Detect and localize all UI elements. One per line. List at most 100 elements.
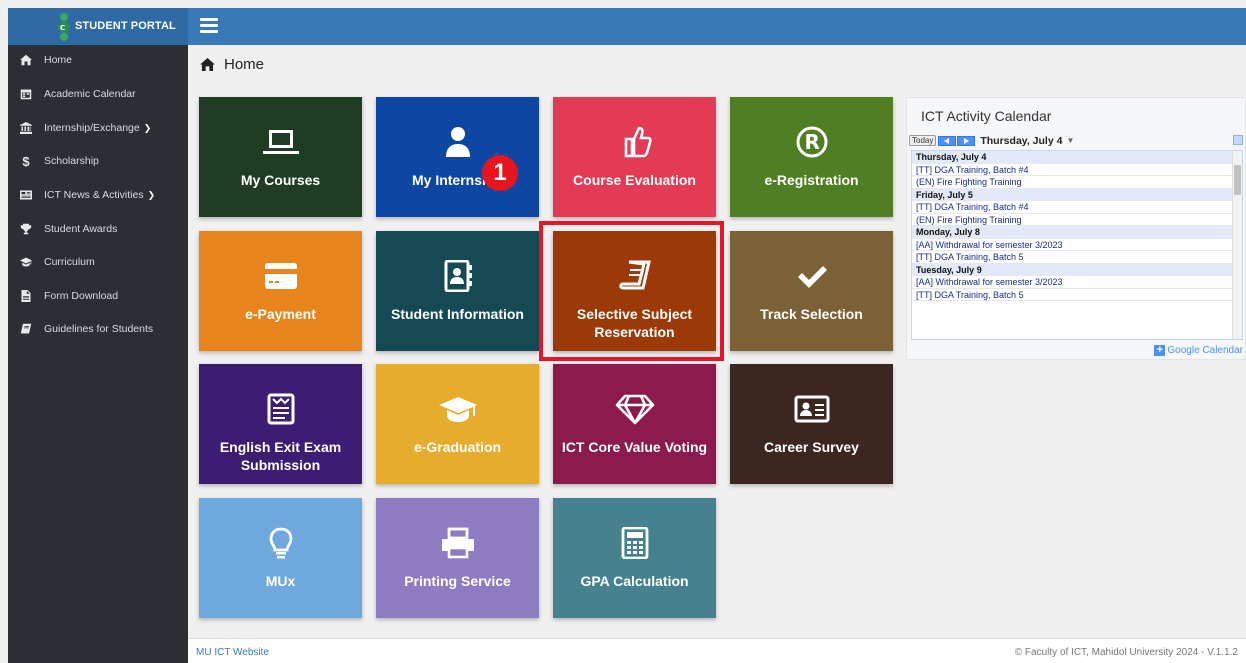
credit-card-icon xyxy=(199,259,362,293)
chevron-down-icon: ❯ xyxy=(143,122,152,133)
sidebar-item-student-awards[interactable]: Student Awards xyxy=(8,214,188,244)
newspaper-icon xyxy=(8,189,44,201)
tile-ict-core-value-voting[interactable]: ICT Core Value Voting xyxy=(553,364,716,484)
calendar-day-header: Tuesday, July 9 xyxy=(912,263,1242,276)
tile-e-graduation[interactable]: e-Graduation xyxy=(376,364,539,484)
diamond-icon xyxy=(553,392,716,426)
footer-copyright: © Faculty of ICT, Mahidol University 202… xyxy=(1014,647,1238,658)
step-badge: 1 xyxy=(482,155,518,191)
sidebar-item-ict-news[interactable]: ICT News & Activities ❯ xyxy=(8,180,188,210)
menu-toggle-icon[interactable] xyxy=(200,18,218,33)
tile-label: MUx xyxy=(265,573,296,589)
prev-button[interactable] xyxy=(938,135,957,146)
sidebar-item-home[interactable]: Home xyxy=(8,45,188,75)
calculator-icon xyxy=(553,526,716,560)
tile-label: My Courses xyxy=(240,172,321,188)
trophy-icon xyxy=(8,223,44,235)
id-card-icon xyxy=(730,392,893,426)
dollar-icon: $ xyxy=(22,153,30,169)
tile-label: English Exit Exam Submission xyxy=(219,439,342,473)
tile-label: Career Survey xyxy=(764,439,859,455)
tile-label: Student Information xyxy=(391,306,524,322)
newspaper-icon xyxy=(199,392,362,426)
sidebar-item-form-download[interactable]: Form Download xyxy=(8,281,188,311)
sidebar-item-label: Guidelines for Students xyxy=(44,323,154,335)
tile-mux[interactable]: MUx xyxy=(199,498,362,618)
calendar-event[interactable]: (EN) Fire Fighting Training xyxy=(912,176,1242,189)
calendar-event[interactable]: [TT] DGA Training, Batch #4 xyxy=(912,201,1242,214)
tile-e-payment[interactable]: e-Payment xyxy=(199,231,362,351)
tile-label: GPA Calculation xyxy=(580,573,689,589)
today-button[interactable]: Today xyxy=(909,135,937,146)
scrollbar-thumb[interactable] xyxy=(1234,165,1241,195)
ict-logo-icon: C xyxy=(58,13,70,41)
calendar-event[interactable]: [TT] DGA Training, Batch 5 xyxy=(912,289,1242,301)
tile-label: Course Evaluation xyxy=(573,172,696,188)
tile-label: ICT Core Value Voting xyxy=(561,439,708,455)
registered-icon: R xyxy=(730,125,893,159)
sidebar: Home Academic Calendar Internship/Exchan… xyxy=(8,45,188,663)
calendar-day-header: Thursday, July 4 xyxy=(912,151,1242,164)
tile-student-information[interactable]: Student Information xyxy=(376,231,539,351)
mu-ict-website-link[interactable]: MU ICT Website xyxy=(196,647,269,658)
sidebar-item-label: ICT News & Activities xyxy=(44,189,144,201)
chevron-right-icon xyxy=(964,137,970,144)
home-icon xyxy=(8,54,44,66)
calendar-event[interactable]: [TT] DGA Training, Batch #4 xyxy=(912,164,1242,176)
graduation-cap-icon xyxy=(376,392,539,426)
chevron-left-icon xyxy=(944,137,950,144)
sidebar-item-guidelines[interactable]: Guidelines for Students xyxy=(8,314,188,344)
calendar-event[interactable]: [AA] Withdrawal for semester 3/2023 xyxy=(912,276,1242,289)
calendar-day-header: Monday, July 8 xyxy=(912,226,1242,239)
brand-name: STUDENT PORTAL xyxy=(75,20,176,32)
calendar-event[interactable]: [AA] Withdrawal for semester 3/2023 xyxy=(912,239,1242,251)
calendar-toolbar: Today Thursday, July 4 ▼ xyxy=(909,134,1245,147)
tile-my-internship[interactable]: My Internship xyxy=(376,97,539,217)
chevron-down-icon: ❯ xyxy=(147,189,156,200)
sidebar-item-label: Student Awards xyxy=(44,223,118,235)
thumbs-up-icon xyxy=(553,125,716,159)
page-title: Home xyxy=(200,56,264,73)
user-icon xyxy=(376,125,539,159)
brand[interactable]: C STUDENT PORTAL xyxy=(8,8,188,45)
tile-english-exit-exam[interactable]: English Exit Exam Submission xyxy=(199,364,362,484)
calendar-current-date: Thursday, July 4 xyxy=(980,134,1063,147)
sidebar-item-label: Home xyxy=(44,54,73,66)
footer: MU ICT Website © Faculty of ICT, Mahidol… xyxy=(188,638,1246,663)
tile-selective-subject-reservation[interactable]: Selective Subject Reservation xyxy=(553,231,716,351)
address-book-icon xyxy=(376,259,539,293)
institution-icon xyxy=(8,122,44,134)
sidebar-item-academic-calendar[interactable]: Academic Calendar xyxy=(8,79,188,109)
home-icon xyxy=(200,58,215,71)
tile-gpa-calculation[interactable]: GPA Calculation xyxy=(553,498,716,618)
calendar-event[interactable]: [TT] DGA Training, Batch 5 xyxy=(912,251,1242,264)
chevron-down-icon[interactable]: ▼ xyxy=(1066,136,1074,145)
book-icon xyxy=(553,259,716,293)
tile-e-registration[interactable]: R e-Registration xyxy=(730,97,893,217)
plus-icon: + xyxy=(1154,344,1166,356)
graduation-cap-icon xyxy=(8,256,44,268)
sidebar-item-label: Form Download xyxy=(44,290,119,302)
tile-label: e-Payment xyxy=(245,306,316,322)
tile-printing-service[interactable]: Printing Service xyxy=(376,498,539,618)
tile-course-evaluation[interactable]: Course Evaluation xyxy=(553,97,716,217)
expand-icon[interactable] xyxy=(1233,135,1243,145)
calendar-scrollbar[interactable] xyxy=(1232,151,1242,339)
sidebar-item-internship-exchange[interactable]: Internship/Exchange ❯ xyxy=(8,113,188,143)
tile-label: Printing Service xyxy=(404,573,511,589)
google-calendar-link[interactable]: + Google Calendar xyxy=(1154,344,1243,356)
calendar-title: ICT Activity Calendar xyxy=(921,108,1052,124)
sidebar-item-curriculum[interactable]: Curriculum xyxy=(8,247,188,277)
calendar-agenda-list[interactable]: Thursday, July 4 [TT] DGA Training, Batch… xyxy=(911,150,1243,340)
tile-my-courses[interactable]: My Courses xyxy=(199,97,362,217)
top-bar: C STUDENT PORTAL xyxy=(8,8,1246,45)
tile-career-survey[interactable]: Career Survey xyxy=(730,364,893,484)
calendar-event[interactable]: (EN) Fire Fighting Training xyxy=(912,214,1242,226)
tile-track-selection[interactable]: Track Selection xyxy=(730,231,893,351)
lightbulb-icon xyxy=(199,526,362,560)
next-button[interactable] xyxy=(957,135,976,146)
sidebar-item-scholarship[interactable]: $ Scholarship xyxy=(8,146,188,176)
tile-label: Track Selection xyxy=(760,306,863,322)
page-title-text: Home xyxy=(224,56,265,73)
tile-label: e-Graduation xyxy=(413,439,502,455)
